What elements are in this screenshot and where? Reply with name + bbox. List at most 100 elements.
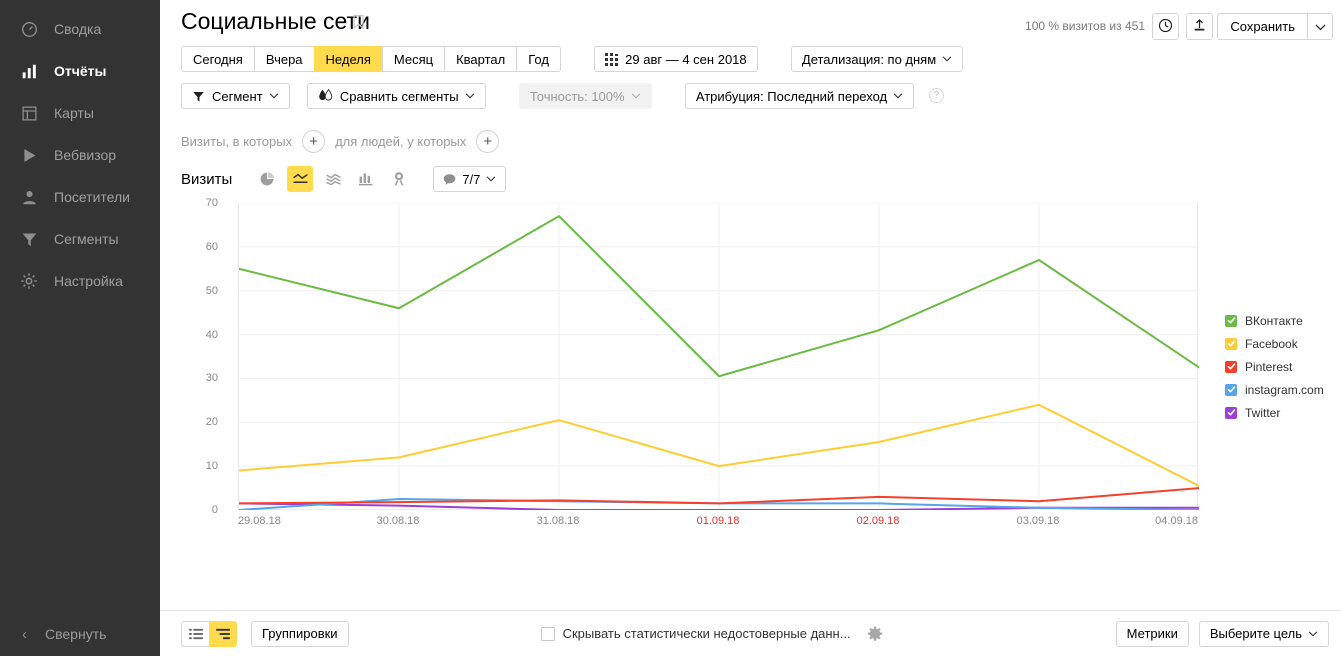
segment-button[interactable]: Сегмент bbox=[181, 83, 290, 109]
sidebar-item-label: Настройка bbox=[54, 273, 123, 289]
chart-legend: ВКонтакте FacebookPinterestinstagram.com T… bbox=[1225, 309, 1341, 424]
y-axis-tick: 0 bbox=[178, 504, 218, 516]
chevron-down-icon bbox=[893, 90, 903, 102]
compare-segments-button[interactable]: Сравнить сегменты bbox=[307, 83, 486, 109]
plus-icon: + bbox=[483, 134, 492, 149]
legend-item[interactable]: Twitter bbox=[1225, 401, 1341, 424]
period-toolbar: Сегодня Вчера Неделя Месяц Квартал Год 2… bbox=[160, 46, 1341, 83]
sidebar-item-segments[interactable]: Сегменты bbox=[0, 218, 160, 260]
save-button-group: Сохранить bbox=[1217, 13, 1333, 40]
legend-checkbox[interactable] bbox=[1225, 361, 1237, 373]
add-visits-filter-button[interactable]: + bbox=[302, 130, 325, 153]
pie-chart-icon[interactable] bbox=[254, 166, 280, 192]
sidebar-item-maps[interactable]: Карты bbox=[0, 92, 160, 134]
map-pin-icon[interactable] bbox=[386, 166, 412, 192]
y-axis-tick: 20 bbox=[178, 416, 218, 428]
hide-unreliable-wrapper: Скрывать статистически недостоверные дан… bbox=[541, 626, 883, 642]
date-range-label: 29 авг — 4 сен 2018 bbox=[625, 52, 746, 67]
x-axis-tick: 30.08.18 bbox=[377, 515, 420, 527]
gauge-icon bbox=[18, 18, 40, 40]
clock-icon bbox=[1158, 18, 1173, 36]
add-people-filter-button[interactable]: + bbox=[476, 130, 499, 153]
period-tab-month[interactable]: Месяц bbox=[382, 46, 444, 72]
x-axis-tick: 04.09.18 bbox=[1155, 515, 1198, 527]
bar-chart-icon[interactable] bbox=[353, 166, 379, 192]
y-axis-tick: 10 bbox=[178, 460, 218, 472]
precision-button[interactable]: Точность: 100% bbox=[519, 83, 652, 109]
legend-item[interactable]: Pinterest bbox=[1225, 355, 1341, 378]
lines-count-selector[interactable]: 7/7 bbox=[433, 166, 506, 192]
bookmark-icon[interactable] bbox=[352, 14, 365, 33]
view-toggle-group bbox=[181, 621, 237, 647]
precision-label: Точность: 100% bbox=[530, 89, 625, 104]
list-view-icon[interactable] bbox=[181, 621, 209, 647]
upload-icon bbox=[1192, 18, 1207, 36]
sidebar: Сводка Отчёты Карты Вебвизор bbox=[0, 0, 160, 656]
y-axis-tick: 70 bbox=[178, 197, 218, 209]
period-tab-yesterday[interactable]: Вчера bbox=[254, 46, 314, 72]
page-title: Социальные сети bbox=[181, 8, 370, 35]
legend-label: Twitter bbox=[1245, 406, 1280, 420]
sidebar-item-settings[interactable]: Настройка bbox=[0, 260, 160, 302]
period-tab-quarter[interactable]: Квартал bbox=[444, 46, 516, 72]
chart-plot-area[interactable] bbox=[238, 203, 1198, 510]
x-axis-tick: 29.08.18 bbox=[238, 515, 281, 527]
legend-item[interactable]: Facebook bbox=[1225, 332, 1341, 355]
sidebar-item-visitors[interactable]: Посетители bbox=[0, 176, 160, 218]
question-icon[interactable]: ? bbox=[929, 88, 944, 103]
save-button[interactable]: Сохранить bbox=[1217, 13, 1307, 40]
sidebar-collapse-button[interactable]: ‹ Свернуть bbox=[0, 612, 160, 656]
chevron-down-icon bbox=[486, 173, 496, 185]
metric-name: Визиты bbox=[181, 171, 232, 188]
legend-item[interactable]: ВКонтакте bbox=[1225, 309, 1341, 332]
period-tab-year[interactable]: Год bbox=[516, 46, 561, 72]
header: Социальные сети 100 % визитов из 451 Сох… bbox=[160, 0, 1341, 46]
calendar-icon bbox=[605, 53, 618, 66]
period-tabs: Сегодня Вчера Неделя Месяц Квартал Год bbox=[181, 46, 561, 72]
detail-level-label: Детализация: по дням bbox=[802, 52, 936, 67]
sidebar-nav: Сводка Отчёты Карты Вебвизор bbox=[0, 0, 160, 302]
legend-checkbox[interactable] bbox=[1225, 384, 1237, 396]
export-button[interactable] bbox=[1186, 13, 1213, 40]
chevron-down-icon bbox=[1308, 628, 1318, 640]
tree-view-icon[interactable] bbox=[209, 621, 237, 647]
date-range-button[interactable]: 29 авг — 4 сен 2018 bbox=[594, 46, 757, 72]
chart-container: 010203040506070 29.08.1830.08.1831.08.18… bbox=[160, 203, 1341, 533]
groupings-button[interactable]: Группировки bbox=[251, 621, 349, 647]
sidebar-item-summary[interactable]: Сводка bbox=[0, 8, 160, 50]
history-button[interactable] bbox=[1152, 13, 1179, 40]
y-axis-tick: 50 bbox=[178, 285, 218, 297]
legend-label: ВКонтакте bbox=[1245, 314, 1303, 328]
attribution-button[interactable]: Атрибуция: Последний переход bbox=[685, 83, 914, 109]
legend-checkbox[interactable] bbox=[1225, 338, 1237, 350]
visits-filter-label: Визиты, в которых bbox=[181, 134, 292, 149]
main-content: Социальные сети 100 % визитов из 451 Сох… bbox=[160, 0, 1341, 656]
gear-icon bbox=[18, 270, 40, 292]
save-dropdown-button[interactable] bbox=[1307, 13, 1333, 40]
sidebar-item-reports[interactable]: Отчёты bbox=[0, 50, 160, 92]
hide-unreliable-label: Скрывать статистически недостоверные дан… bbox=[563, 626, 851, 641]
legend-checkbox[interactable] bbox=[1225, 315, 1237, 327]
detail-level-button[interactable]: Детализация: по дням bbox=[791, 46, 963, 72]
chart-svg bbox=[239, 203, 1199, 510]
bubble-icon bbox=[443, 173, 456, 186]
x-axis-tick: 02.09.18 bbox=[857, 515, 900, 527]
metrics-button[interactable]: Метрики bbox=[1116, 621, 1189, 647]
segment-toolbar: Сегмент Сравнить сегменты Точность: 100% bbox=[160, 83, 1341, 121]
segment-label: Сегмент bbox=[212, 89, 263, 104]
area-chart-icon[interactable] bbox=[320, 166, 346, 192]
period-tab-week[interactable]: Неделя bbox=[314, 46, 382, 72]
select-goal-button[interactable]: Выберите цель bbox=[1199, 621, 1329, 647]
legend-item[interactable]: instagram.com bbox=[1225, 378, 1341, 401]
x-axis-tick: 01.09.18 bbox=[697, 515, 740, 527]
funnel-icon bbox=[192, 90, 205, 103]
bottom-right-buttons: Метрики Выберите цель bbox=[1116, 621, 1341, 647]
legend-checkbox[interactable] bbox=[1225, 407, 1237, 419]
line-chart-icon[interactable] bbox=[287, 166, 313, 192]
gear-icon[interactable] bbox=[867, 626, 883, 642]
period-tab-today[interactable]: Сегодня bbox=[181, 46, 254, 72]
chevron-down-icon bbox=[269, 90, 279, 102]
sidebar-item-webvisor[interactable]: Вебвизор bbox=[0, 134, 160, 176]
chevron-down-icon bbox=[631, 90, 641, 102]
hide-unreliable-checkbox[interactable] bbox=[541, 627, 555, 641]
